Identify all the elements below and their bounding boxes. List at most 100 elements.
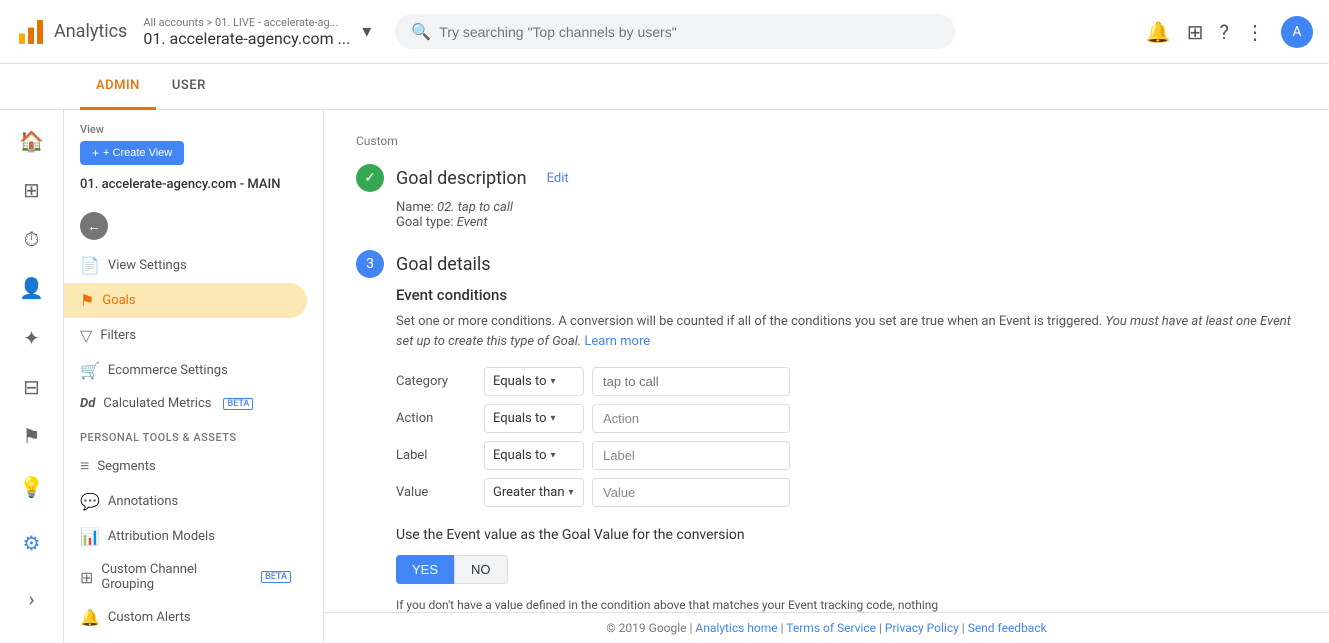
search-icon: 🔍 [411, 22, 431, 41]
notifications-icon[interactable]: 🔔 [1146, 20, 1171, 44]
channel-grouping-icon: ⊞ [80, 568, 93, 587]
goal-value-note: If you don't have a value defined in the… [396, 596, 956, 612]
panel-item-attribution[interactable]: 📊 Attribution Models [64, 519, 307, 554]
view-label: View [64, 119, 120, 140]
apps-icon[interactable]: ⊞ [1187, 20, 1204, 44]
panel-item-calculated-metrics[interactable]: Dd Calculated Metrics BETA [64, 388, 307, 419]
panel-nav: View + + Create View 01. accelerate-agen… [64, 110, 324, 643]
topbar: Analytics All accounts > 01. LIVE - acce… [0, 0, 1329, 64]
action-label: Action [396, 411, 476, 426]
panel-item-view-settings[interactable]: 📄 View Settings [64, 248, 307, 283]
footer-analytics-home-link[interactable]: Analytics home [695, 621, 777, 635]
content-label: Custom [356, 134, 1297, 148]
event-conditions-desc: Set one or more conditions. A conversion… [396, 312, 1297, 351]
step1-circle: ✓ [356, 164, 384, 192]
view-name: 01. accelerate-agency.com - MAIN [64, 173, 323, 204]
icon-nav-bottom: 💡 ⚙ › [8, 463, 56, 643]
panel-item-annotations[interactable]: 💬 Annotations [64, 484, 307, 519]
goals-icon: ⚑ [80, 291, 94, 310]
more-icon[interactable]: ⋮ [1245, 20, 1265, 44]
nav-settings-icon[interactable]: ⚙ [8, 519, 56, 567]
action-operator-select[interactable]: Equals to ▾ [484, 404, 584, 433]
logo: Analytics [16, 17, 127, 47]
edit-goal-link[interactable]: Edit [547, 171, 569, 186]
step3-header: 3 Goal details [356, 250, 1297, 278]
label-value-input[interactable] [592, 441, 790, 470]
tab-admin[interactable]: ADMIN [80, 64, 156, 110]
goal-name-line: Name: 02. tap to call [396, 200, 1297, 215]
panel-item-ecommerce[interactable]: 🛒 Ecommerce Settings [64, 353, 307, 388]
content-area: Custom ✓ Goal description Edit Name: 02.… [324, 110, 1329, 612]
main-content: 🏠 ⊞ ⏱ 👤 ✦ ⊟ ⚑ 💡 ⚙ › View + + Create View… [0, 110, 1329, 643]
search-bar[interactable]: 🔍 [395, 14, 955, 49]
footer-terms-link[interactable]: Terms of Service [786, 621, 876, 635]
goal-value-label: Use the Event value as the Goal Value fo… [396, 527, 1297, 543]
account-name: 01. accelerate-agency.com ... [143, 29, 350, 48]
account-breadcrumb: All accounts > 01. LIVE - accelerate-ag.… [143, 16, 350, 29]
step1-header: ✓ Goal description Edit [356, 164, 1297, 192]
footer: © 2019 Google | Analytics home | Terms o… [324, 612, 1329, 643]
category-operator-chevron: ▾ [551, 376, 556, 387]
value-value-input[interactable] [592, 478, 790, 507]
avatar[interactable]: A [1281, 16, 1313, 48]
nav-star-icon[interactable]: ✦ [8, 315, 56, 360]
nav-tabs: ADMIN USER [0, 64, 1329, 110]
nav-expand-icon[interactable]: › [8, 575, 56, 623]
label-operator-select[interactable]: Equals to ▾ [484, 441, 584, 470]
action-value-input[interactable] [592, 404, 790, 433]
label-label: Label [396, 448, 476, 463]
nav-bulb-icon[interactable]: 💡 [8, 463, 56, 511]
step1-title: Goal description [396, 168, 527, 189]
back-button[interactable]: ← [80, 212, 108, 240]
content-wrapper: Custom ✓ Goal description Edit Name: 02.… [324, 110, 1329, 643]
icon-nav: 🏠 ⊞ ⏱ 👤 ✦ ⊟ ⚑ 💡 ⚙ › [0, 110, 64, 643]
create-view-button[interactable]: + + Create View [80, 141, 184, 165]
account-info: All accounts > 01. LIVE - accelerate-ag.… [143, 16, 350, 48]
conditions-table: Category Equals to ▾ Action Equals to [396, 367, 1297, 507]
event-conditions-subtitle: Event conditions [396, 286, 1297, 304]
tab-user[interactable]: USER [156, 64, 222, 110]
logo-text: Analytics [54, 21, 127, 42]
category-operator-select[interactable]: Equals to ▾ [484, 367, 584, 396]
label-operator-chevron: ▾ [551, 450, 556, 461]
toggle-yes-button[interactable]: YES [396, 555, 454, 584]
help-icon[interactable]: ? [1220, 20, 1229, 44]
step3-content: Event conditions Set one or more conditi… [356, 286, 1297, 612]
calculated-metrics-beta-badge: BETA [223, 398, 253, 410]
panel-item-goals[interactable]: ⚑ Goals [64, 283, 307, 318]
panel-item-custom-alerts[interactable]: 🔔 Custom Alerts [64, 600, 307, 635]
nav-flag-icon[interactable]: ⚑ [8, 414, 56, 459]
footer-privacy-link[interactable]: Privacy Policy [885, 621, 959, 635]
channel-grouping-beta-badge: BETA [261, 571, 291, 583]
nav-grid-icon[interactable]: ⊟ [8, 364, 56, 409]
category-label: Category [396, 374, 476, 389]
nav-home-icon[interactable]: 🏠 [8, 118, 56, 163]
attribution-icon: 📊 [80, 527, 100, 546]
condition-category-row: Category Equals to ▾ [396, 367, 1297, 396]
step1-meta: Name: 02. tap to call Goal type: Event [356, 200, 1297, 230]
filters-icon: ▽ [80, 326, 92, 345]
panel-item-filters[interactable]: ▽ Filters [64, 318, 307, 353]
scroll-area: Custom ✓ Goal description Edit Name: 02.… [324, 110, 1329, 612]
personal-tools-header: PERSONAL TOOLS & ASSETS [64, 419, 323, 448]
value-label: Value [396, 485, 476, 500]
condition-label-row: Label Equals to ▾ [396, 441, 1297, 470]
nav-clock-icon[interactable]: ⏱ [8, 217, 56, 262]
account-selector[interactable]: All accounts > 01. LIVE - accelerate-ag.… [143, 16, 371, 48]
nav-dashboard-icon[interactable]: ⊞ [8, 167, 56, 212]
nav-person-icon[interactable]: 👤 [8, 266, 56, 311]
yes-no-toggle: YES NO [396, 555, 1297, 584]
custom-alerts-icon: 🔔 [80, 608, 100, 627]
category-value-input[interactable] [592, 367, 790, 396]
value-operator-select[interactable]: Greater than ▾ [484, 478, 584, 507]
panel-item-segments[interactable]: ≡ Segments [64, 448, 307, 484]
analytics-logo [16, 17, 46, 47]
toggle-no-button[interactable]: NO [454, 555, 508, 584]
learn-more-link[interactable]: Learn more [584, 334, 650, 349]
search-input[interactable] [439, 24, 939, 40]
view-settings-icon: 📄 [80, 256, 100, 275]
calculated-metrics-icon: Dd [80, 396, 95, 411]
step3-title: Goal details [396, 254, 491, 275]
footer-feedback-link[interactable]: Send feedback [968, 621, 1047, 635]
panel-item-channel-grouping[interactable]: ⊞ Custom Channel Grouping BETA [64, 554, 307, 600]
